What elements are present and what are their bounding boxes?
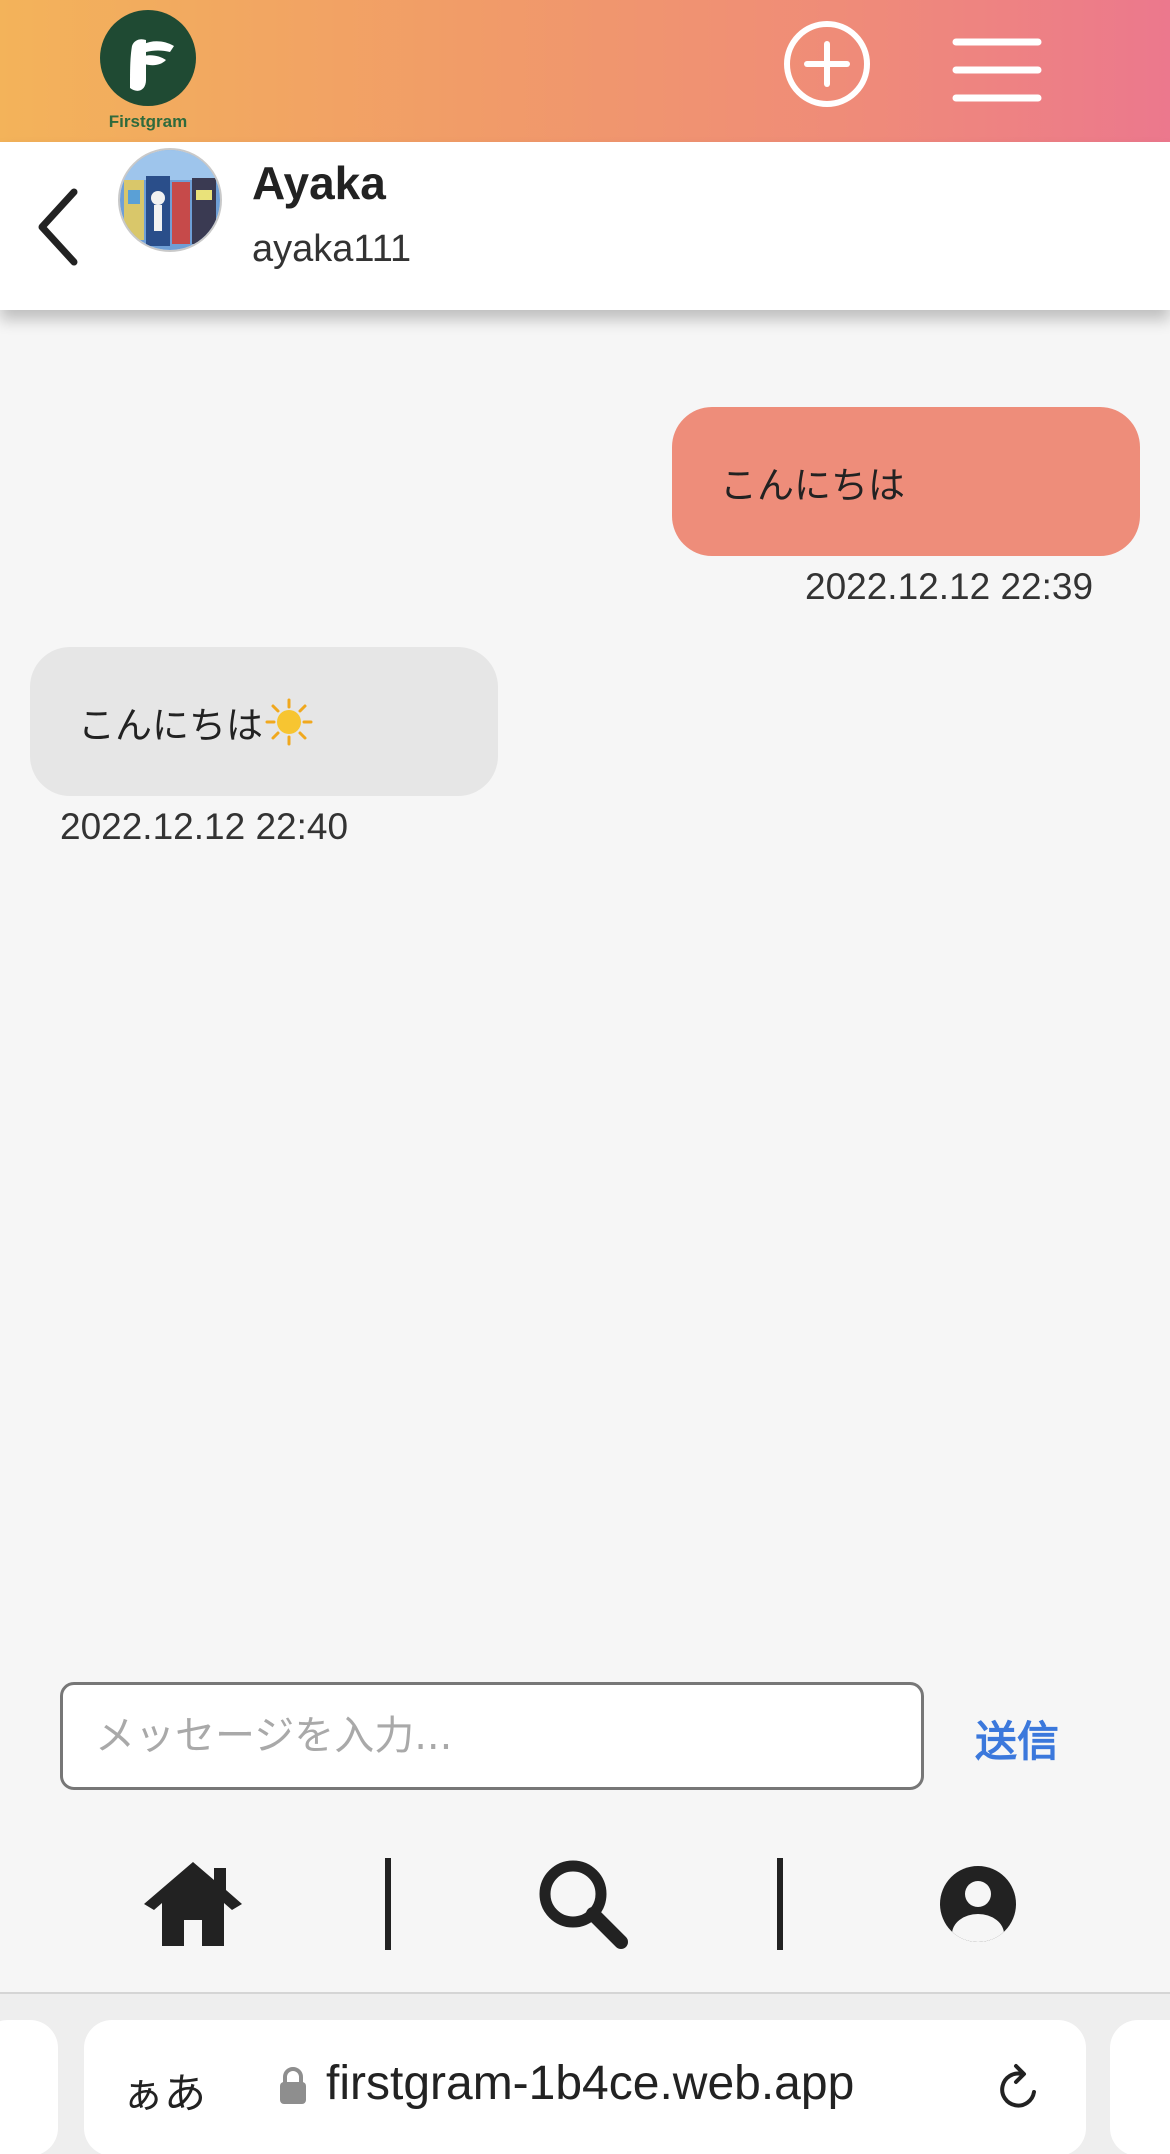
lock-icon — [280, 2067, 306, 2104]
message-timestamp: 2022.12.12 22:40 — [60, 806, 349, 847]
nav-divider — [777, 1858, 783, 1950]
send-button[interactable]: 送信 — [975, 1708, 1059, 1769]
avatar[interactable] — [118, 148, 222, 252]
app-header: Firstgram — [0, 0, 1170, 142]
previous-tab[interactable] — [0, 2020, 58, 2154]
home-icon — [144, 1862, 242, 1946]
profile-icon — [940, 1866, 1016, 1942]
nav-divider — [385, 1858, 391, 1950]
chat-partner-name: Ayaka — [252, 157, 386, 209]
message-bubble-received: こんにちは — [30, 647, 498, 796]
message-bubble-sent: こんにちは — [672, 407, 1140, 556]
next-tab[interactable] — [1110, 2020, 1170, 2154]
chat-partner-username: ayaka111 — [252, 228, 412, 270]
logo-text: Firstgram — [108, 112, 188, 131]
nav-home-button[interactable] — [140, 1858, 246, 1950]
reload-icon[interactable] — [992, 2062, 1046, 2116]
address-bar[interactable]: ぁあ firstgram-1b4ce.web.app — [84, 2020, 1086, 2154]
nav-profile-button[interactable] — [938, 1864, 1018, 1944]
chat-page: Firstgram Ayaka ayaka111 こんにちは 2022.12.1… — [0, 0, 1170, 2154]
url-text: firstgram-1b4ce.web.app — [326, 2057, 855, 2110]
message-text: こんにちは — [720, 463, 905, 507]
message-timestamp: 2022.12.12 22:39 — [805, 566, 1094, 607]
menu-button[interactable] — [952, 36, 1042, 104]
message-input[interactable] — [60, 1682, 924, 1790]
chevron-left-icon — [38, 188, 78, 266]
add-circle-icon — [784, 21, 870, 107]
message-text: こんにちは — [78, 703, 263, 747]
back-button[interactable] — [30, 182, 90, 272]
browser-toolbar: ぁあ firstgram-1b4ce.web.app — [0, 1992, 1170, 2154]
sun-icon — [265, 698, 313, 745]
add-post-button[interactable] — [783, 20, 871, 108]
text-size-button[interactable]: ぁあ — [122, 2060, 206, 2121]
logo-mark — [100, 10, 196, 106]
search-icon — [539, 1860, 628, 1949]
nav-search-button[interactable] — [535, 1856, 631, 1952]
hamburger-menu-icon — [952, 38, 1042, 102]
app-logo[interactable]: Firstgram — [98, 10, 198, 134]
chat-header: Ayaka ayaka111 — [0, 142, 1170, 310]
